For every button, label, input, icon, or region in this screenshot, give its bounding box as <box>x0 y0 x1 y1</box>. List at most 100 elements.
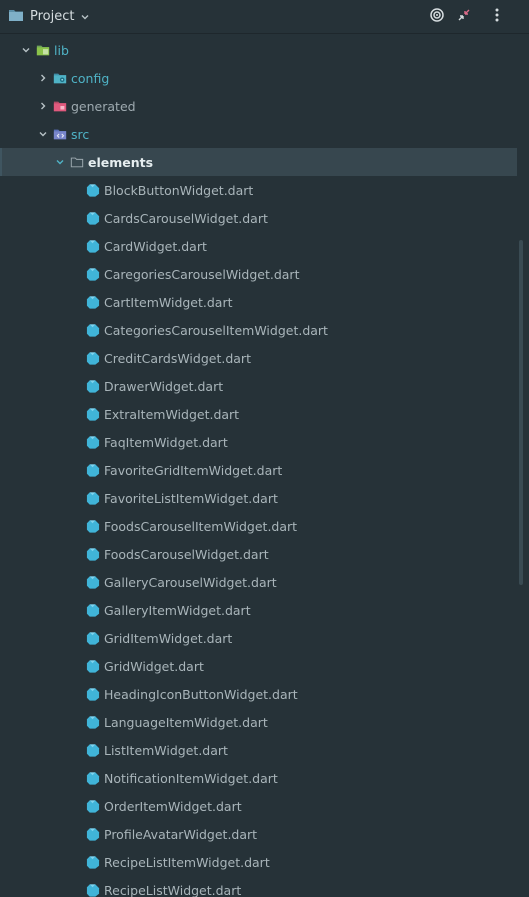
file-item[interactable]: GalleryItemWidget.dart <box>0 596 529 624</box>
dart-file-icon <box>86 687 100 701</box>
more-options-button[interactable] <box>484 4 510 30</box>
project-view-selector[interactable]: Project <box>0 0 90 33</box>
source-folder-icon <box>36 43 50 57</box>
project-panel: Project lib config generated src element… <box>0 0 529 897</box>
dart-file-icon <box>86 631 100 645</box>
file-name: HeadingIconButtonWidget.dart <box>104 686 298 702</box>
file-name: RecipeListItemWidget.dart <box>104 854 270 870</box>
dart-file-icon <box>86 239 100 253</box>
file-item[interactable]: CardsCarouselWidget.dart <box>0 204 529 232</box>
collapse-all-button[interactable] <box>451 4 477 30</box>
dart-file-icon <box>86 883 100 897</box>
file-item[interactable]: GalleryCarouselWidget.dart <box>0 568 529 596</box>
file-item[interactable]: FoodsCarouselItemWidget.dart <box>0 512 529 540</box>
file-item[interactable]: ProfileAvatarWidget.dart <box>0 820 529 848</box>
file-name: FaqItemWidget.dart <box>104 434 228 450</box>
file-name: FavoriteGridItemWidget.dart <box>104 462 283 478</box>
dart-file-icon <box>86 827 100 841</box>
file-item[interactable]: GridWidget.dart <box>0 652 529 680</box>
dart-file-icon <box>86 547 100 561</box>
chevron-down-icon[interactable] <box>37 128 49 140</box>
file-item[interactable]: FoodsCarouselWidget.dart <box>0 540 529 568</box>
vertical-scrollbar[interactable] <box>519 240 523 585</box>
dart-file-icon <box>86 659 100 673</box>
file-name: GridItemWidget.dart <box>104 630 233 646</box>
file-item[interactable]: DrawerWidget.dart <box>0 372 529 400</box>
file-item[interactable]: FavoriteListItemWidget.dart <box>0 484 529 512</box>
dart-file-icon <box>86 855 100 869</box>
file-item[interactable]: OrderItemWidget.dart <box>0 792 529 820</box>
folder-outline-icon <box>70 155 84 169</box>
file-name: FoodsCarouselWidget.dart <box>104 546 269 562</box>
dart-file-icon <box>86 799 100 813</box>
file-name: ExtraItemWidget.dart <box>104 406 240 422</box>
chevron-down-icon <box>80 12 90 22</box>
generated-folder-icon <box>53 99 67 113</box>
tree-node-label: lib <box>54 42 69 58</box>
tree-node-config[interactable]: config <box>0 64 529 92</box>
tree-node-generated[interactable]: generated <box>0 92 529 120</box>
select-opened-file-button[interactable] <box>424 4 450 30</box>
target-icon <box>429 7 445 27</box>
more-vertical-icon <box>495 7 499 26</box>
dart-file-icon <box>86 351 100 365</box>
dart-file-icon <box>86 267 100 281</box>
tree-node-lib[interactable]: lib <box>0 36 529 64</box>
tree-node-elements[interactable]: elements <box>0 148 517 176</box>
config-folder-icon <box>53 71 67 85</box>
file-name: NotificationItemWidget.dart <box>104 770 278 786</box>
file-item[interactable]: CardWidget.dart <box>0 232 529 260</box>
file-name: ListItemWidget.dart <box>104 742 228 758</box>
tree-node-label: elements <box>88 154 154 170</box>
tree-node-label: src <box>71 126 90 142</box>
tree-node-src[interactable]: src <box>0 120 529 148</box>
file-name: CardsCarouselWidget.dart <box>104 210 268 226</box>
file-item[interactable]: HeadingIconButtonWidget.dart <box>0 680 529 708</box>
dart-file-icon <box>86 519 100 533</box>
file-name: BlockButtonWidget.dart <box>104 182 254 198</box>
file-item[interactable]: RecipeListItemWidget.dart <box>0 848 529 876</box>
file-item[interactable]: ListItemWidget.dart <box>0 736 529 764</box>
file-item[interactable]: LanguageItemWidget.dart <box>0 708 529 736</box>
file-name: FoodsCarouselItemWidget.dart <box>104 518 298 534</box>
chevron-right-icon[interactable] <box>37 72 49 84</box>
chevron-down-icon[interactable] <box>54 156 66 168</box>
file-item[interactable]: BlockButtonWidget.dart <box>0 176 529 204</box>
dart-file-icon <box>86 463 100 477</box>
file-item[interactable]: FavoriteGridItemWidget.dart <box>0 456 529 484</box>
dart-file-icon <box>86 715 100 729</box>
collapse-icon <box>457 7 471 26</box>
file-item[interactable]: GridItemWidget.dart <box>0 624 529 652</box>
dart-file-icon <box>86 743 100 757</box>
dart-file-icon <box>86 435 100 449</box>
file-name: DrawerWidget.dart <box>104 378 224 394</box>
file-item[interactable]: CartItemWidget.dart <box>0 288 529 316</box>
file-item[interactable]: CaregoriesCarouselWidget.dart <box>0 260 529 288</box>
chevron-right-icon[interactable] <box>37 100 49 112</box>
file-name: CategoriesCarouselItemWidget.dart <box>104 322 328 338</box>
file-name: FavoriteListItemWidget.dart <box>104 490 278 506</box>
file-name: GridWidget.dart <box>104 658 204 674</box>
file-name: GalleryItemWidget.dart <box>104 602 251 618</box>
file-item[interactable]: ExtraItemWidget.dart <box>0 400 529 428</box>
panel-header: Project <box>0 0 529 34</box>
file-item[interactable]: FaqItemWidget.dart <box>0 428 529 456</box>
dart-file-icon <box>86 211 100 225</box>
file-name: RecipeListWidget.dart <box>104 882 242 897</box>
file-name: OrderItemWidget.dart <box>104 798 242 814</box>
dart-file-icon <box>86 379 100 393</box>
chevron-down-icon[interactable] <box>20 44 32 56</box>
file-name: CartItemWidget.dart <box>104 294 233 310</box>
file-item[interactable]: NotificationItemWidget.dart <box>0 764 529 792</box>
file-item[interactable]: CategoriesCarouselItemWidget.dart <box>0 316 529 344</box>
dart-file-icon <box>86 323 100 337</box>
dart-file-icon <box>86 491 100 505</box>
dart-file-icon <box>86 575 100 589</box>
file-item[interactable]: CreditCardsWidget.dart <box>0 344 529 372</box>
dart-file-icon <box>86 407 100 421</box>
dart-file-icon <box>86 771 100 785</box>
file-item[interactable]: RecipeListWidget.dart <box>0 876 529 897</box>
file-name: CreditCardsWidget.dart <box>104 350 251 366</box>
file-name: GalleryCarouselWidget.dart <box>104 574 277 590</box>
tree-node-label: config <box>71 70 110 86</box>
